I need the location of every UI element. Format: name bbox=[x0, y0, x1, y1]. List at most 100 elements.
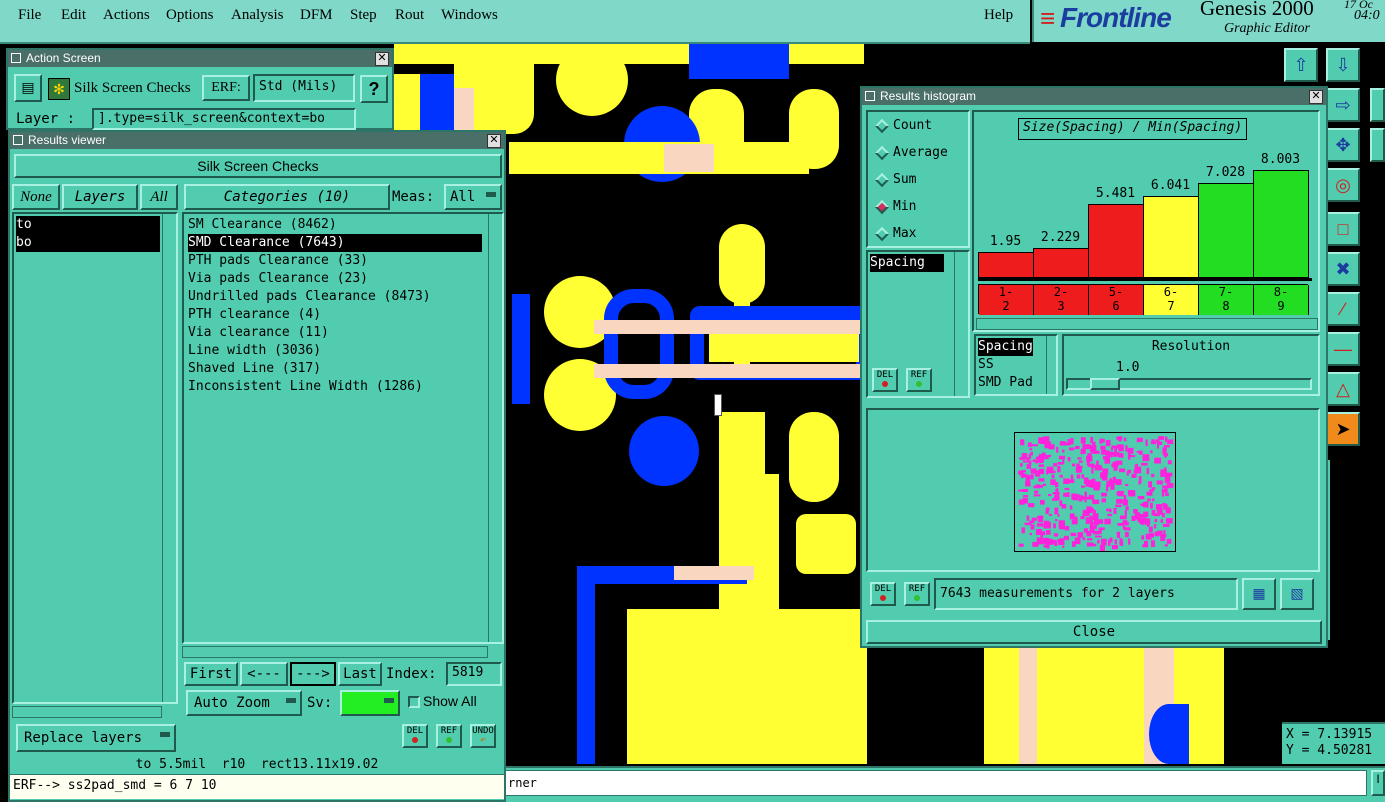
close-button[interactable]: Close bbox=[866, 620, 1322, 644]
tool-triangle-icon[interactable]: △ bbox=[1326, 372, 1360, 406]
help-button[interactable]: ? bbox=[360, 75, 388, 103]
show-all-checkbox[interactable] bbox=[408, 696, 420, 708]
tool-hline-icon[interactable]: — bbox=[1326, 332, 1360, 366]
layer-item-bo[interactable]: bo bbox=[16, 234, 160, 252]
measure-item-spacing[interactable]: Spacing bbox=[870, 254, 944, 272]
close-icon[interactable]: ✕ bbox=[487, 134, 501, 148]
min-radio[interactable] bbox=[874, 199, 890, 215]
meas-dropdown[interactable]: All bbox=[444, 184, 502, 210]
measure-refresh-button[interactable]: REF bbox=[906, 368, 932, 392]
histogram-refresh-button[interactable]: REF bbox=[904, 582, 930, 606]
tool-line-icon[interactable]: ∕ bbox=[1326, 292, 1360, 326]
results-histogram-titlebar[interactable]: Results histogram ✕ bbox=[862, 88, 1326, 105]
axis-item-spacing[interactable]: Spacing bbox=[978, 338, 1033, 356]
index-field[interactable]: 5819 bbox=[446, 662, 502, 686]
histogram-delete-button[interactable]: DEL bbox=[870, 582, 896, 606]
last-button[interactable]: Last bbox=[338, 662, 382, 686]
tool-cross-icon[interactable]: ✖ bbox=[1326, 252, 1360, 286]
menu-options[interactable]: Options bbox=[166, 7, 214, 24]
measure-scrollbar[interactable] bbox=[954, 252, 968, 396]
category-item[interactable]: Inconsistent Line Width (1286) bbox=[188, 378, 423, 396]
category-item[interactable]: PTH clearance (4) bbox=[188, 306, 321, 324]
axis-item-ss[interactable]: SS bbox=[978, 356, 994, 374]
previous-button[interactable]: <--- bbox=[240, 662, 288, 686]
axis-item-smd-pad[interactable]: SMD Pad bbox=[978, 374, 1033, 392]
category-item[interactable]: Undrilled pads Clearance (8473) bbox=[188, 288, 431, 306]
tool-rotate-icon[interactable] bbox=[1370, 88, 1385, 122]
tool-select-icon[interactable]: ➤ bbox=[1326, 412, 1360, 446]
resolution-slider[interactable] bbox=[1066, 378, 1312, 390]
severity-dropdown[interactable] bbox=[340, 690, 400, 716]
measure-delete-button[interactable]: DEL bbox=[872, 368, 898, 392]
tool-move-icon[interactable]: ✥ bbox=[1326, 128, 1360, 162]
window-menu-icon[interactable] bbox=[13, 135, 23, 145]
tool-measure-icon[interactable]: ◎ bbox=[1326, 168, 1360, 202]
tool-download-icon[interactable]: ⇩ bbox=[1326, 48, 1360, 82]
action-screen-titlebar[interactable]: Action Screen ✕ bbox=[8, 50, 392, 67]
average-radio[interactable] bbox=[874, 145, 890, 161]
results-viewer-titlebar[interactable]: Results viewer ✕ bbox=[10, 132, 504, 149]
zoom-in-icon[interactable]: ▦ bbox=[1242, 578, 1276, 610]
menu-edit[interactable]: Edit bbox=[61, 7, 86, 24]
select-none-button[interactable]: None bbox=[12, 184, 60, 210]
undo-button[interactable]: UNDO ↶ bbox=[470, 724, 496, 748]
menu-rout[interactable]: Rout bbox=[395, 7, 424, 24]
first-button[interactable]: First bbox=[184, 662, 238, 686]
menu-file[interactable]: File bbox=[18, 7, 41, 24]
resolution-slider-thumb[interactable] bbox=[1090, 378, 1120, 390]
menu-dfm[interactable]: DFM bbox=[300, 7, 333, 24]
count-radio[interactable] bbox=[874, 118, 890, 134]
tool-arrow-right-icon[interactable]: ⇨ bbox=[1326, 88, 1360, 122]
layer-item-to[interactable]: to bbox=[16, 216, 160, 234]
histogram-bar-2-3[interactable] bbox=[1033, 248, 1089, 278]
erf-value-field[interactable]: Std (Mils) bbox=[253, 74, 355, 102]
delete-button[interactable]: DEL bbox=[402, 724, 428, 748]
preview-feature bbox=[1038, 478, 1045, 482]
menu-windows[interactable]: Windows bbox=[441, 7, 498, 24]
zoom-out-icon[interactable]: ▧ bbox=[1280, 578, 1314, 610]
tool-rect-icon[interactable]: □ bbox=[1326, 212, 1360, 246]
histogram-bar-6-7[interactable] bbox=[1143, 196, 1199, 278]
status-button[interactable]: I bbox=[1371, 770, 1385, 796]
category-item[interactable]: Shaved Line (317) bbox=[188, 360, 321, 378]
categories-scrollbar[interactable] bbox=[488, 214, 502, 642]
close-icon[interactable]: ✕ bbox=[375, 52, 389, 66]
next-button[interactable]: ---> bbox=[290, 662, 336, 686]
tool-upload-icon[interactable]: ⇧ bbox=[1284, 48, 1318, 82]
preview-feature bbox=[1117, 436, 1123, 441]
erf-button[interactable]: ERF: bbox=[202, 75, 250, 101]
category-item[interactable]: Line width (3036) bbox=[188, 342, 321, 360]
menu-step[interactable]: Step bbox=[350, 7, 377, 24]
axis-scrollbar[interactable] bbox=[1046, 336, 1056, 394]
window-menu-icon[interactable] bbox=[11, 53, 21, 63]
category-item-selected[interactable]: SMD Clearance (7643) bbox=[188, 234, 482, 252]
histogram-bar-7-8[interactable] bbox=[1198, 183, 1254, 278]
layer-field[interactable]: ].type=silk_screen&context=bo bbox=[92, 108, 356, 130]
category-item[interactable]: PTH pads Clearance (33) bbox=[188, 252, 368, 270]
category-item[interactable]: Via pads Clearance (23) bbox=[188, 270, 368, 288]
checklist-icon[interactable]: ▤ bbox=[14, 74, 42, 102]
menu-help[interactable]: Help bbox=[984, 7, 1013, 24]
histogram-bar-5-6[interactable] bbox=[1088, 204, 1144, 278]
auto-zoom-dropdown[interactable]: Auto Zoom bbox=[186, 690, 302, 716]
max-radio[interactable] bbox=[874, 226, 890, 242]
menu-analysis[interactable]: Analysis bbox=[231, 7, 284, 24]
category-item[interactable]: SM Clearance (8462) bbox=[188, 216, 337, 234]
layers-hscrollbar[interactable] bbox=[12, 706, 162, 718]
menu-actions[interactable]: Actions bbox=[103, 7, 150, 24]
histogram-bar-1-2[interactable] bbox=[978, 252, 1034, 278]
refresh-button[interactable]: REF bbox=[436, 724, 462, 748]
layers-scrollbar[interactable] bbox=[162, 214, 176, 702]
window-menu-icon[interactable] bbox=[865, 91, 875, 101]
histogram-bar-8-9[interactable] bbox=[1253, 170, 1309, 278]
sum-radio[interactable] bbox=[874, 172, 890, 188]
category-item[interactable]: Via clearance (11) bbox=[188, 324, 329, 342]
layers-button[interactable]: Layers bbox=[62, 184, 138, 210]
replace-layers-dropdown[interactable]: Replace layers bbox=[16, 724, 176, 752]
categories-hscrollbar[interactable] bbox=[182, 646, 488, 658]
histogram-hscrollbar[interactable] bbox=[976, 318, 1318, 330]
tool-misc-icon[interactable] bbox=[1370, 128, 1385, 162]
close-icon[interactable]: ✕ bbox=[1309, 90, 1323, 104]
select-all-button[interactable]: All bbox=[140, 184, 178, 210]
categories-button[interactable]: Categories (10) bbox=[184, 184, 390, 210]
